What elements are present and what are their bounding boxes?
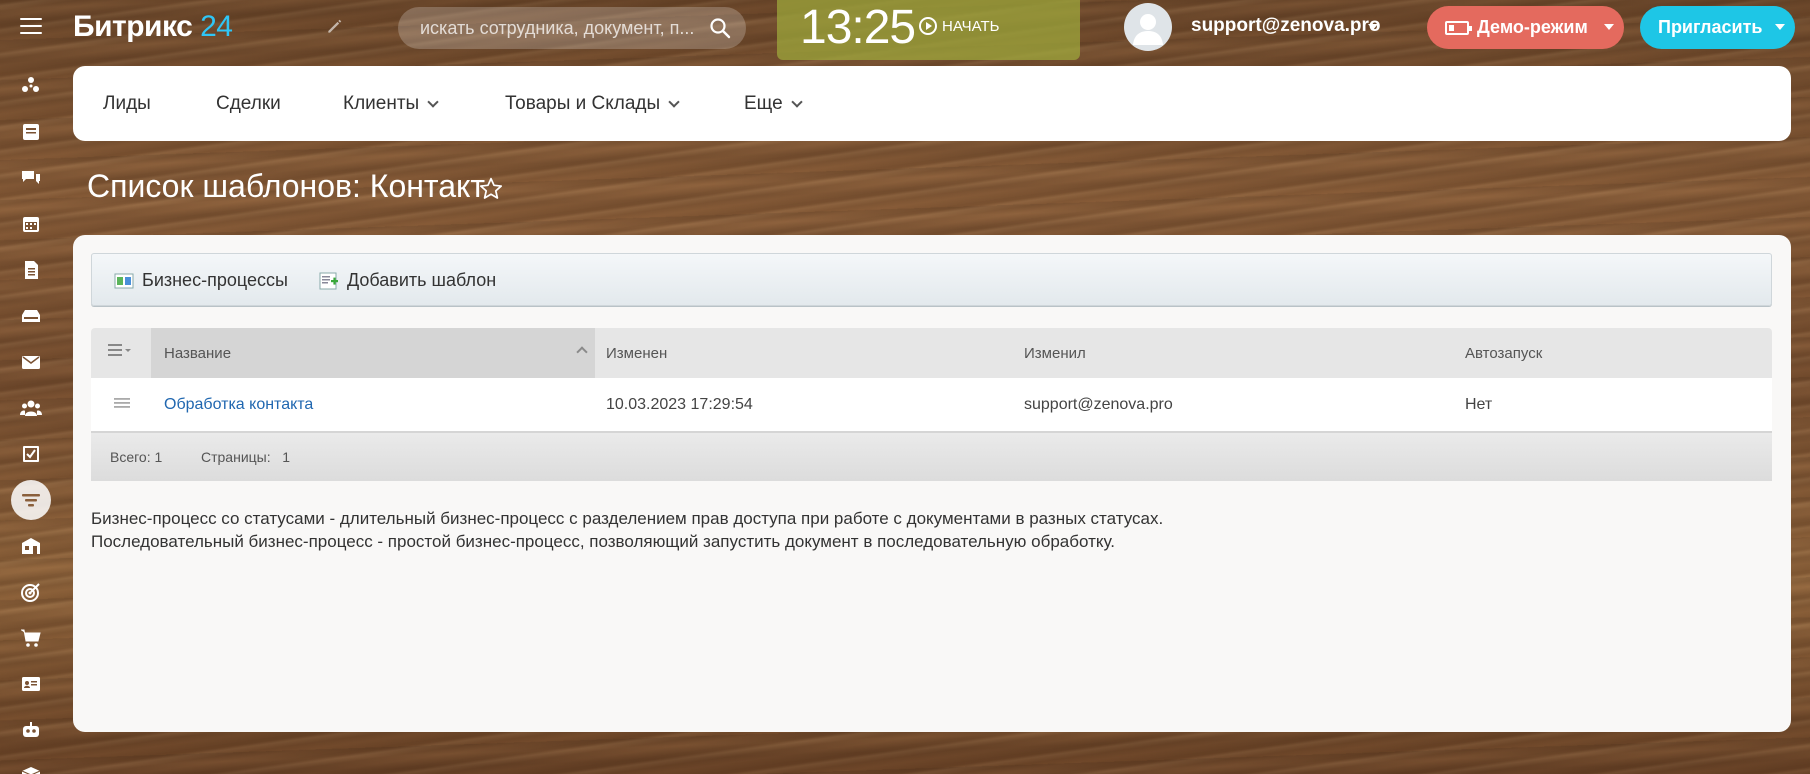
- business-processes-button[interactable]: Бизнес-процессы: [114, 270, 288, 291]
- column-header-autostart[interactable]: Автозапуск: [1465, 345, 1542, 362]
- cell-modified: 10.03.2023 17:29:54: [606, 396, 753, 413]
- timeman-widget: 13:25 НАЧАТЬ: [777, 0, 1080, 60]
- cart-icon[interactable]: [11, 618, 51, 658]
- invite-button[interactable]: Пригласить: [1640, 6, 1795, 49]
- drive-icon[interactable]: [11, 296, 51, 336]
- total-count: Всего: 1: [110, 449, 162, 465]
- menu-burger-icon[interactable]: [20, 18, 42, 36]
- logo-number: 24: [200, 10, 233, 43]
- user-email[interactable]: support@zenova.pro: [1191, 15, 1381, 37]
- column-header-modified[interactable]: Изменен: [606, 345, 667, 362]
- start-label: НАЧАТЬ: [942, 17, 1000, 35]
- calendar-icon[interactable]: [11, 204, 51, 244]
- document-icon[interactable]: [11, 250, 51, 290]
- favorite-star-icon[interactable]: [478, 176, 506, 204]
- target-icon[interactable]: [11, 572, 51, 612]
- template-name-link[interactable]: Обработка контакта: [164, 396, 313, 414]
- battery-icon: [1445, 20, 1472, 35]
- description: Бизнес-процесс со статусами - длительный…: [91, 507, 1163, 553]
- mail-icon[interactable]: [11, 342, 51, 382]
- column-header-name-label: Название: [164, 345, 232, 362]
- demo-mode-button[interactable]: Демо-режим: [1427, 6, 1624, 49]
- pages-label: Страницы:: [201, 449, 271, 465]
- column-header-modified-by[interactable]: Изменил: [1024, 345, 1086, 362]
- grid-settings-menu-icon[interactable]: [107, 341, 133, 361]
- crm-filter-icon[interactable]: [11, 480, 51, 520]
- logo-text: Битрикс: [73, 10, 193, 43]
- grid-footer: Всего: 1 Страницы: 1: [91, 433, 1772, 481]
- search-box: [398, 7, 746, 49]
- user-menu-caret-icon[interactable]: [1368, 24, 1378, 30]
- nav-item-label: Товары и Склады: [505, 93, 661, 114]
- nav-item-leads[interactable]: Лиды: [103, 93, 151, 115]
- table-row: Обработка контакта 10.03.2023 17:29:54 s…: [91, 378, 1772, 433]
- description-line-1: Бизнес-процесс со статусами - длительный…: [91, 509, 1164, 528]
- content-card: Бизнес-процессы Добавить шаблон Название…: [73, 235, 1791, 732]
- chevron-down-icon: [791, 95, 803, 108]
- clock: 13:25: [800, 1, 916, 54]
- contact-card-icon[interactable]: [11, 664, 51, 704]
- business-processes-label: Бизнес-процессы: [142, 270, 288, 290]
- pencil-icon[interactable]: [325, 16, 349, 40]
- column-header-name[interactable]: Название: [151, 328, 595, 378]
- nav-item-products[interactable]: Товары и Склады: [505, 93, 680, 115]
- nav-item-label: Сделки: [216, 93, 281, 114]
- top-bar: Битрикс 24 13:25 НАЧАТЬ support@zenova.p…: [0, 0, 1810, 60]
- nav-item-label: Еще: [744, 93, 783, 114]
- business-process-icon: [114, 272, 134, 290]
- pages-count: Страницы: 1: [201, 449, 290, 465]
- nav-item-label: Лиды: [103, 93, 151, 114]
- shop-icon[interactable]: [11, 526, 51, 566]
- group-icon[interactable]: [11, 388, 51, 428]
- demo-label: Демо-режим: [1477, 17, 1588, 37]
- start-workday-button[interactable]: НАЧАТЬ: [919, 17, 1000, 35]
- cell-autostart: Нет: [1465, 396, 1493, 413]
- templates-grid: Название Изменен Изменил Автозапуск Обра…: [91, 328, 1772, 481]
- chat-icon[interactable]: [11, 158, 51, 198]
- description-line-2: Последовательный бизнес-процесс - просто…: [91, 532, 1116, 551]
- add-template-label: Добавить шаблон: [347, 270, 497, 290]
- page-title: Список шаблонов: Контакт: [87, 168, 486, 204]
- logo[interactable]: Битрикс 24: [73, 10, 233, 44]
- demo-caret-icon[interactable]: [1604, 24, 1614, 30]
- pages-value: 1: [282, 449, 291, 465]
- total-label: Всего:: [110, 449, 151, 465]
- nav-item-deals[interactable]: Сделки: [216, 93, 281, 115]
- total-value: 1: [154, 449, 163, 465]
- nav-item-label: Клиенты: [343, 93, 420, 114]
- add-template-button[interactable]: Добавить шаблон: [319, 270, 496, 291]
- robot-icon[interactable]: [11, 710, 51, 750]
- invite-caret-icon[interactable]: [1775, 24, 1785, 30]
- nav-item-clients[interactable]: Клиенты: [343, 93, 439, 115]
- chevron-down-icon: [427, 95, 439, 108]
- add-template-icon: [319, 272, 339, 290]
- nav-item-more[interactable]: Еще: [744, 93, 803, 115]
- search-input[interactable]: [420, 7, 700, 49]
- toolbar: Бизнес-процессы Добавить шаблон: [91, 253, 1772, 306]
- tasks-icon[interactable]: [11, 434, 51, 474]
- avatar[interactable]: [1124, 3, 1172, 51]
- row-actions-menu-icon[interactable]: [114, 397, 130, 410]
- feed-icon[interactable]: [11, 66, 51, 106]
- box-icon[interactable]: [11, 756, 51, 774]
- newspaper-icon[interactable]: [11, 112, 51, 152]
- invite-label: Пригласить: [1658, 17, 1763, 37]
- sort-asc-icon: [576, 346, 588, 358]
- play-icon: [919, 17, 937, 35]
- cell-modified-by: support@zenova.pro: [1024, 396, 1173, 413]
- crm-nav-panel: Лиды Сделки Клиенты Товары и Склады Еще: [73, 66, 1791, 141]
- grid-header: Название Изменен Изменил Автозапуск: [91, 328, 1772, 378]
- chevron-down-icon: [668, 95, 680, 108]
- search-icon[interactable]: [708, 16, 732, 40]
